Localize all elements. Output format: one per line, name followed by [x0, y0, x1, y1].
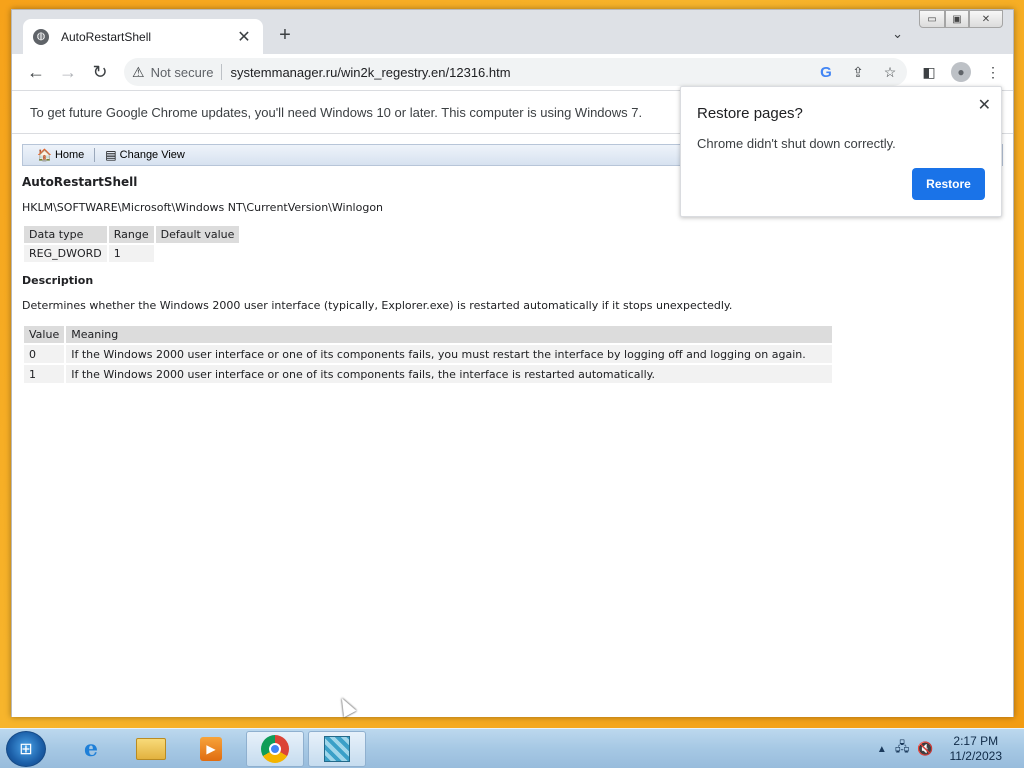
show-hidden-icons-button[interactable]: ▲: [877, 744, 887, 755]
description-text: Determines whether the Windows 2000 user…: [22, 299, 733, 312]
media-player-button[interactable]: ▶: [182, 731, 240, 767]
chrome-icon: [261, 735, 289, 763]
dialog-close-icon[interactable]: ✕: [978, 95, 991, 115]
home-link[interactable]: 🏠 Home: [31, 148, 90, 162]
header-range: Range: [108, 226, 154, 243]
side-panel-icon[interactable]: ◧: [917, 60, 941, 84]
home-label: Home: [54, 149, 85, 161]
registry-editor-icon: [324, 736, 350, 762]
tab-autorestartshell[interactable]: ◍ AutoRestartShell ✕: [23, 19, 263, 54]
home-icon: 🏠: [37, 148, 52, 162]
tab-search-icon[interactable]: ⌄: [892, 26, 903, 42]
folder-icon: [136, 738, 166, 760]
file-explorer-button[interactable]: [122, 731, 180, 767]
browser-toolbar: ← → ↻ ⚠ Not secure systemmanager.ru/win2…: [12, 54, 1013, 90]
table-row: 1 If the Windows 2000 user interface or …: [24, 365, 832, 383]
change-view-label: Change View: [119, 149, 185, 161]
header-value: Value: [24, 326, 65, 343]
cell-default-value: [155, 245, 240, 262]
regedit-taskbar-button[interactable]: [308, 731, 366, 767]
divider: [94, 148, 96, 162]
forward-button[interactable]: →: [52, 58, 84, 86]
dialog-message: Chrome didn't shut down correctly.: [697, 136, 896, 151]
divider: [221, 64, 223, 80]
clock-time: 2:17 PM: [953, 734, 999, 748]
tab-strip: ◍ AutoRestartShell ✕ + ⌄ ▭ ▣ ✕: [12, 10, 1013, 54]
header-data-type: Data type: [24, 226, 107, 243]
close-window-button[interactable]: ✕: [969, 10, 1003, 28]
new-tab-button[interactable]: +: [274, 25, 296, 47]
internet-explorer-icon[interactable]: e: [62, 731, 120, 767]
bookmark-star-icon[interactable]: ☆: [881, 62, 899, 82]
media-player-icon: ▶: [200, 737, 222, 761]
cell-data-type: REG_DWORD: [24, 245, 107, 262]
cell-value: 0: [24, 345, 65, 363]
globe-icon: ◍: [33, 28, 49, 45]
clock[interactable]: 2:17 PM 11/2/2023: [950, 734, 1003, 764]
share-icon[interactable]: ⇪: [849, 62, 867, 82]
tab-title: AutoRestartShell: [61, 29, 152, 44]
cell-meaning: If the Windows 2000 user interface or on…: [66, 365, 832, 383]
view-icon: ▤: [105, 148, 117, 162]
system-tray: ▲ 🖧 🔇 2:17 PM 11/2/2023: [877, 731, 1024, 767]
avatar-icon: ●: [951, 62, 971, 82]
description-heading: Description: [22, 274, 94, 287]
url-text[interactable]: systemmanager.ru/win2k_regestry.en/12316…: [230, 65, 510, 80]
chrome-taskbar-button[interactable]: [246, 731, 304, 767]
chrome-window: ◍ AutoRestartShell ✕ + ⌄ ▭ ▣ ✕ ← → ↻ ⚠ N…: [11, 9, 1014, 717]
infobar-text: To get future Google Chrome updates, you…: [30, 104, 643, 120]
change-view-link[interactable]: ▤ Change View: [99, 148, 191, 162]
header-meaning: Meaning: [66, 326, 832, 343]
restore-pages-dialog: Restore pages? Chrome didn't shut down c…: [680, 86, 1002, 217]
warning-icon[interactable]: ⚠: [132, 64, 145, 81]
page-content: 🏠 Home ▤ Change View AutoRestartShell HK…: [12, 134, 1013, 717]
start-button[interactable]: ⊞: [6, 731, 46, 767]
tab-close-icon[interactable]: ✕: [235, 28, 253, 46]
restore-button[interactable]: Restore: [912, 168, 985, 200]
back-button[interactable]: ←: [20, 58, 52, 86]
maximize-button[interactable]: ▣: [945, 10, 969, 28]
security-status[interactable]: Not secure: [151, 65, 214, 80]
cell-range: 1: [108, 245, 154, 262]
values-table: Value Meaning 0 If the Windows 2000 user…: [22, 324, 834, 385]
address-bar[interactable]: ⚠ Not secure systemmanager.ru/win2k_rege…: [124, 58, 907, 86]
clock-date: 11/2/2023: [949, 749, 1003, 763]
menu-icon[interactable]: ⋮: [981, 60, 1005, 84]
minimize-button[interactable]: ▭: [919, 10, 945, 28]
volume-muted-icon[interactable]: 🔇: [917, 741, 933, 757]
profile-button[interactable]: ●: [949, 60, 973, 84]
table-row: 0 If the Windows 2000 user interface or …: [24, 345, 832, 363]
cell-value: 1: [24, 365, 65, 383]
header-default-value: Default value: [155, 226, 240, 243]
reload-button[interactable]: ↻: [84, 58, 116, 86]
taskbar: ⊞ e ▶ ▲ 🖧 🔇 2:17 PM 11/2/2023: [0, 728, 1024, 768]
cell-meaning: If the Windows 2000 user interface or on…: [66, 345, 832, 363]
table-row: REG_DWORD 1: [24, 245, 240, 262]
network-icon[interactable]: 🖧: [895, 738, 910, 760]
dialog-title: Restore pages?: [697, 105, 803, 122]
properties-table: Data type Range Default value REG_DWORD …: [22, 224, 241, 264]
google-icon[interactable]: G: [817, 62, 835, 82]
